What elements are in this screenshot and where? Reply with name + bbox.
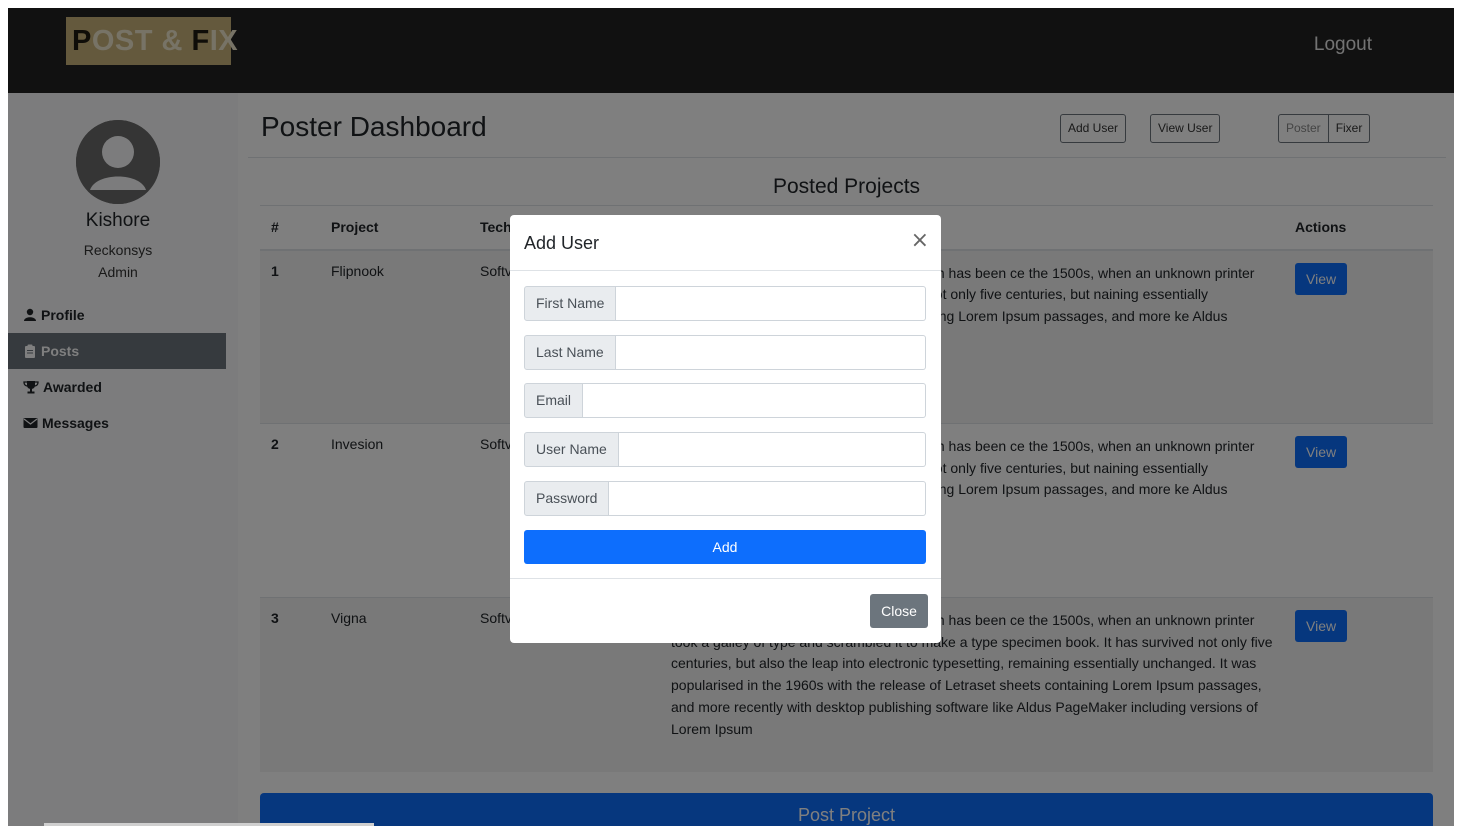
field-label: Last Name [524,335,616,370]
modal-title: Add User [524,233,600,253]
user-name-field: User Name [524,432,926,467]
close-button[interactable]: Close [870,594,928,628]
field-label: Password [524,481,610,516]
last-name-field: Last Name [524,335,926,370]
field-label: Email [524,383,584,418]
add-button[interactable]: Add [524,530,926,564]
email-field: Email [524,383,926,418]
modal-header: Add User × [510,215,941,271]
password-input[interactable] [609,481,926,516]
last-name-input[interactable] [615,335,926,370]
first-name-input[interactable] [616,286,926,321]
user-name-input[interactable] [618,432,926,467]
email-input[interactable] [583,383,926,418]
browser-viewport: POST & FIX Logout Kishore Reckonsys Admi… [8,8,1454,826]
field-label: First Name [524,286,617,321]
close-icon[interactable]: × [911,229,929,253]
field-label: User Name [524,432,619,467]
password-field: Password [524,481,926,516]
modal-footer-divider [510,578,941,579]
first-name-field: First Name [524,286,926,321]
add-user-modal: Add User × First Name Last Name Email Us… [510,215,941,643]
